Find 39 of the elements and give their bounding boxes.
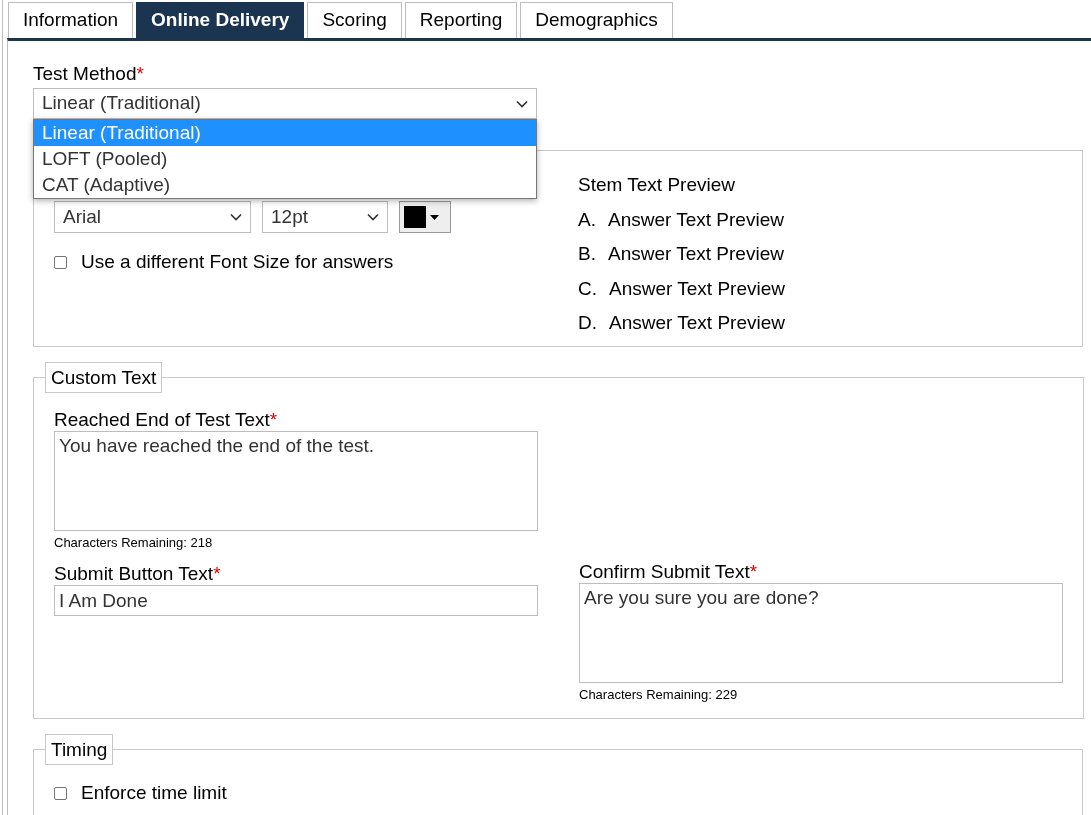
stem-preview: Stem Text Preview xyxy=(578,174,736,196)
chevron-down-icon xyxy=(516,99,528,108)
answer-letter: C. xyxy=(578,277,597,301)
field-label: Reached End of Test Text* xyxy=(54,409,279,431)
tab[interactable]: Scoring xyxy=(307,2,402,38)
tab[interactable]: Information xyxy=(8,2,134,38)
checkbox[interactable] xyxy=(54,786,67,800)
dropdown-option[interactable]: CAT (Adaptive) xyxy=(34,172,536,198)
field-label: Submit Button Text* xyxy=(54,563,222,585)
answer-preview: Answer Text Preview xyxy=(607,243,784,267)
answer-preview: Answer Text Preview xyxy=(609,311,785,335)
answer-letter: A. xyxy=(578,209,596,232)
section-legend: Timing xyxy=(45,734,114,765)
font-size-select[interactable]: 12pt xyxy=(262,201,388,233)
tab[interactable]: Reporting xyxy=(404,2,518,38)
chevron-down-icon xyxy=(367,213,379,221)
field-label: Test Method* xyxy=(33,63,145,85)
test-method-select[interactable]: Linear (Traditional) xyxy=(33,88,537,119)
characters-remaining: Characters Remaining: 218 xyxy=(54,534,214,551)
color-picker-button[interactable] xyxy=(399,201,451,233)
tab[interactable]: Demographics xyxy=(520,2,673,38)
checkbox-label: Enforce time limit xyxy=(81,781,227,805)
checkbox-label: Use a different Font Size for answers xyxy=(81,250,394,274)
answer-preview: Answer Text Preview xyxy=(609,277,785,301)
tab[interactable]: Online Delivery xyxy=(136,2,305,38)
checkbox[interactable] xyxy=(54,255,67,269)
field-label: Confirm Submit Text* xyxy=(579,561,759,583)
font-select[interactable]: Arial xyxy=(54,201,251,233)
answer-letter: D. xyxy=(578,311,597,335)
section-legend: Custom Text xyxy=(45,362,163,393)
characters-remaining: Characters Remaining: 229 xyxy=(579,686,739,704)
answer-letter: B. xyxy=(578,243,596,267)
answer-preview: Answer Text Preview xyxy=(607,209,784,232)
caret-icon xyxy=(430,214,439,220)
dropdown-option[interactable]: LOFT (Pooled) xyxy=(34,146,536,172)
confirm-text-area[interactable]: Are you sure you are done? xyxy=(579,583,1063,683)
end-text-area[interactable]: You have reached the end of the test. xyxy=(54,431,538,531)
submit-text-input[interactable]: I Am Done xyxy=(54,585,538,616)
chevron-down-icon xyxy=(230,213,242,221)
